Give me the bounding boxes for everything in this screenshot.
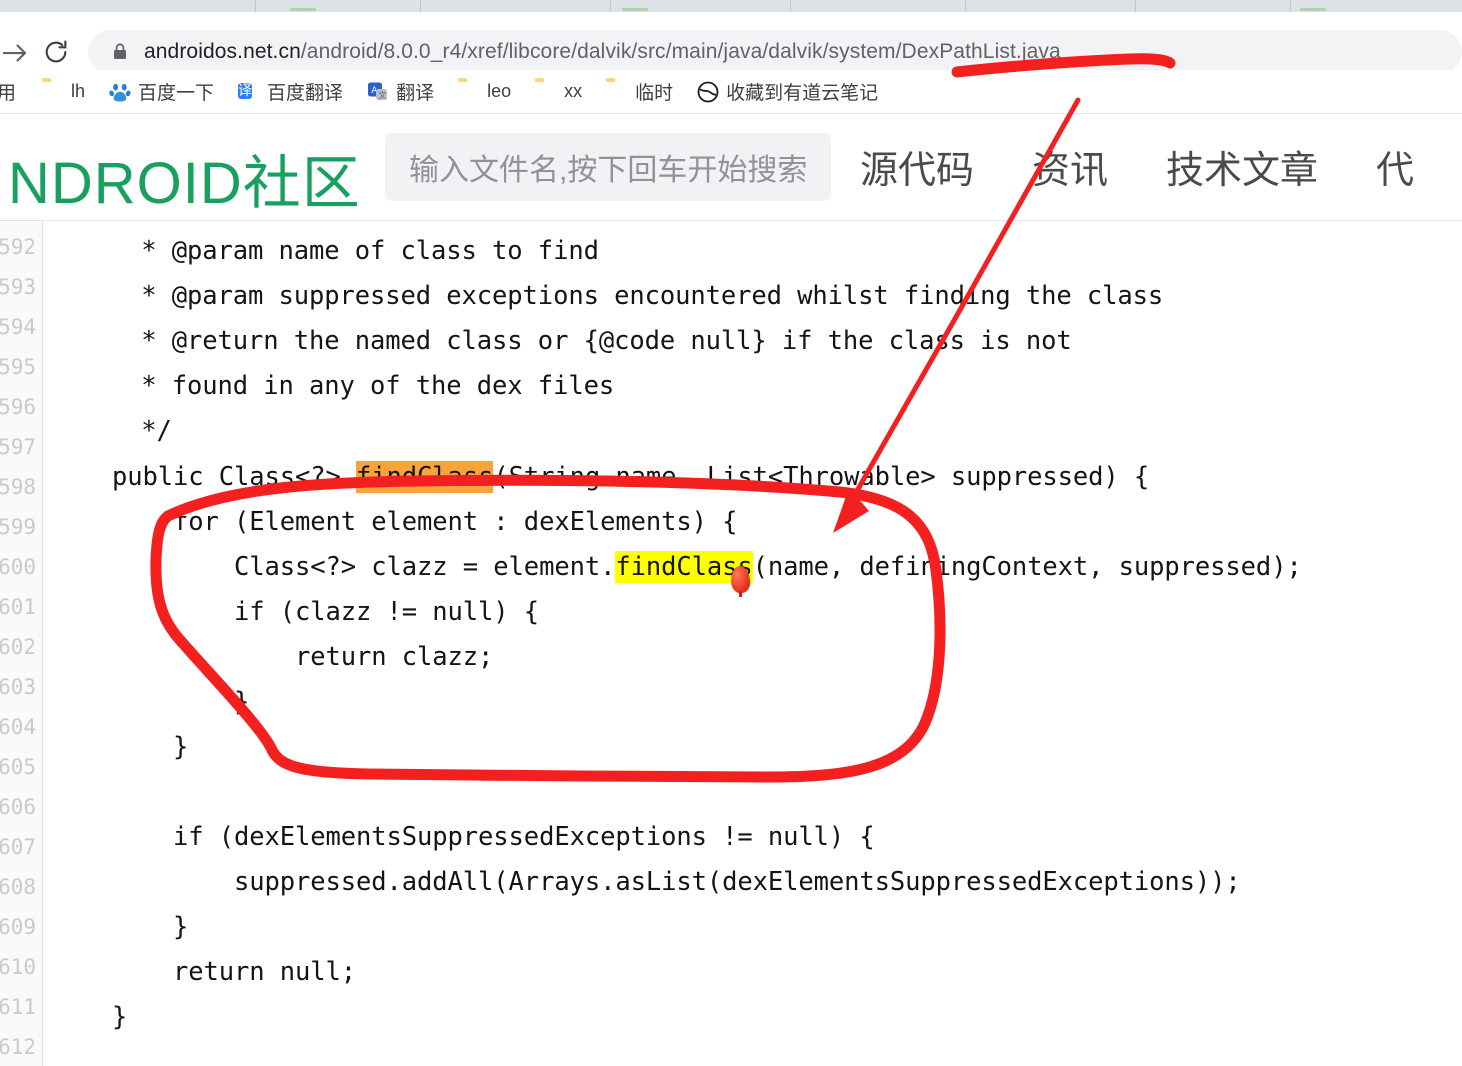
bookmark-item-translate[interactable]: A 文 翻译: [360, 77, 441, 107]
line-number: 608: [0, 875, 36, 899]
code-line: suppressed.addAll(Arrays.asList(dexEleme…: [112, 867, 1241, 897]
code-line-findclass-decl[interactable]: public Class<?> findClass(String name, L…: [112, 461, 1150, 493]
line-number: 594: [0, 315, 36, 339]
youdao-globe-icon: [697, 81, 719, 103]
nav-item-tech-articles[interactable]: 技术文章: [1166, 139, 1318, 194]
code-line: }: [112, 912, 189, 942]
browser-window: androidos.net.cn/android/8.0.0_r4/xref/l…: [0, 0, 1462, 1066]
svg-text:文: 文: [378, 90, 386, 100]
bookmark-label: xx: [564, 81, 583, 101]
line-number: 606: [0, 795, 36, 819]
nav-item-news[interactable]: 资讯: [1032, 139, 1108, 194]
code-line: * @return the named class or {@code null…: [126, 326, 1072, 356]
line-number: 596: [0, 395, 36, 419]
url-text: androidos.net.cn/android/8.0.0_r4/xref/l…: [144, 40, 1061, 64]
bookmark-item-baidu-search[interactable]: 百度一下: [102, 77, 221, 107]
bookmark-label: leo: [487, 81, 512, 101]
code-line: * @param name of class to find: [126, 236, 599, 266]
source-code-viewer: 592 593 594 595 596 597 598 599 600 601 …: [0, 222, 1462, 1066]
code-line: return null;: [112, 957, 357, 987]
line-number: 598: [0, 475, 36, 499]
line-number: 601: [0, 595, 36, 619]
bookmark-item-youdao[interactable]: 收藏到有道云笔记: [690, 77, 885, 107]
baidu-fanyi-icon: 译: [238, 82, 253, 99]
bookmarks-bar: 用 lh 百度一下 译 百度翻译 A 文 翻译 leo xx 临时 收藏到有道云…: [0, 70, 1462, 114]
code-line: for (Element element : dexElements) {: [112, 507, 738, 537]
code-text: (name, definingContext, suppressed);: [752, 552, 1302, 582]
folder-icon: [458, 81, 480, 103]
forward-arrow-icon[interactable]: [0, 38, 30, 68]
bookmark-label: 百度一下: [138, 83, 215, 104]
line-number: 602: [0, 635, 36, 659]
highlight-findclass-orange: findClass: [356, 461, 494, 493]
bookmark-item-xx[interactable]: xx: [528, 77, 589, 107]
line-number: 592: [0, 235, 36, 259]
line-number: 605: [0, 755, 36, 779]
code-line: * @param suppressed exceptions encounter…: [126, 281, 1164, 311]
line-number: 593: [0, 275, 36, 299]
code-line: }: [112, 687, 250, 717]
url-path: /android/8.0.0_r4/xref/libcore/dalvik/sr…: [300, 40, 1061, 63]
line-number: 609: [0, 915, 36, 939]
bookmark-item-lh[interactable]: lh: [35, 77, 92, 107]
lock-icon: [112, 43, 128, 61]
code-line: if (clazz != null) {: [112, 597, 540, 627]
bookmark-label: 翻译: [396, 83, 435, 104]
line-number: 600: [0, 555, 36, 579]
bookmark-item-baidu-fanyi[interactable]: 译 百度翻译: [231, 77, 350, 107]
line-number: 597: [0, 435, 36, 459]
code-line: */: [126, 416, 172, 446]
baidu-paw-icon: [109, 81, 131, 103]
code-text: (String name, List<Throwable> suppressed…: [493, 462, 1150, 492]
tab-strip[interactable]: [0, 0, 1462, 12]
nav-item-code[interactable]: 代: [1376, 139, 1414, 194]
line-number: 612: [0, 1035, 36, 1059]
code-line-findclass-call[interactable]: Class<?> clazz = element.findClass(name,…: [112, 551, 1302, 583]
code-line: }: [112, 1002, 128, 1032]
folder-icon: [42, 81, 64, 103]
bookmark-item-leo[interactable]: leo: [451, 77, 518, 107]
bookmark-label: 用: [0, 83, 17, 104]
url-host: androidos.net.cn: [144, 40, 301, 63]
code-lines[interactable]: * @param name of class to find * @param …: [44, 222, 1462, 1066]
bookmark-label: 临时: [635, 83, 674, 104]
search-placeholder: 输入文件名,按下回车开始搜索: [409, 154, 808, 187]
line-number: 607: [0, 835, 36, 859]
bookmark-label: lh: [71, 81, 86, 101]
line-number: 611: [0, 995, 36, 1019]
nav-item-source-code[interactable]: 源代码: [860, 139, 974, 194]
bookmark-item-0[interactable]: 用: [0, 77, 23, 107]
address-bar[interactable]: androidos.net.cn/android/8.0.0_r4/xref/l…: [88, 30, 1462, 74]
line-number: 604: [0, 715, 36, 739]
bookmark-label: 收藏到有道云笔记: [726, 83, 879, 104]
line-number: 610: [0, 955, 36, 979]
file-search-box[interactable]: 输入文件名,按下回车开始搜索: [385, 133, 831, 201]
line-number: 595: [0, 355, 36, 379]
line-number: 603: [0, 675, 36, 699]
bookmark-item-linshi[interactable]: 临时: [599, 77, 680, 107]
line-number-gutter: 592 593 594 595 596 597 598 599 600 601 …: [0, 222, 43, 1066]
code-line: return clazz;: [112, 642, 494, 672]
line-number: 599: [0, 515, 36, 539]
code-line: * found in any of the dex files: [126, 371, 615, 401]
translate-icon: A 文: [367, 81, 389, 103]
bookmark-label: 百度翻译: [267, 83, 344, 104]
reload-icon[interactable]: [42, 38, 72, 68]
code-text: public Class<?>: [112, 462, 357, 492]
code-line: if (dexElementsSuppressedExceptions != n…: [112, 822, 875, 852]
folder-icon: [606, 81, 628, 103]
code-text: Class<?> clazz = element.: [112, 552, 616, 582]
browser-toolbar: androidos.net.cn/android/8.0.0_r4/xref/l…: [0, 12, 1462, 74]
site-nav: 源代码 资讯 技术文章 代: [860, 139, 1414, 194]
site-logo[interactable]: NDROID社区: [8, 136, 361, 220]
code-line: }: [112, 732, 189, 762]
folder-icon: [535, 81, 557, 103]
